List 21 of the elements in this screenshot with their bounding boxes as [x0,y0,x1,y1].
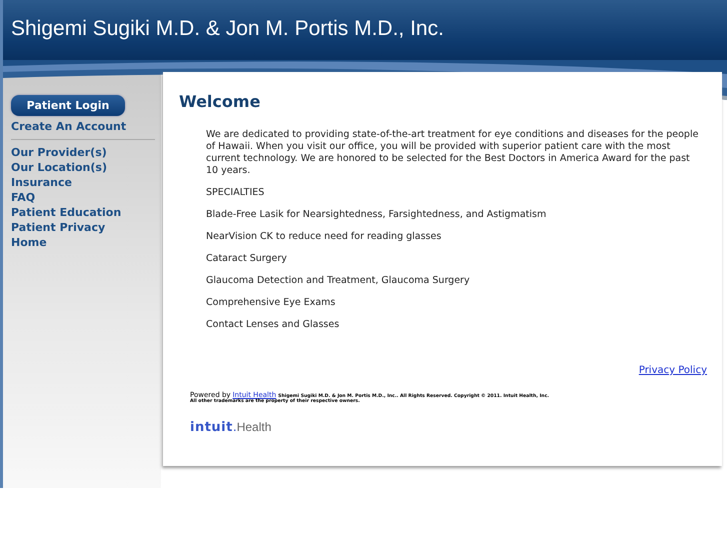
specialty-item: Glaucoma Detection and Treatment, Glaucoma Surgery [206,275,471,287]
specialty-item: Cataract Surgery [206,253,288,265]
nav-link[interactable]: FAQ [11,190,36,205]
intuit-health-logo: intuit.Health [190,420,272,435]
patient-login-button[interactable]: Patient Login [11,95,125,116]
nav-link[interactable]: Our Provider(s) [11,145,107,160]
page-heading: Welcome [179,92,262,111]
nav-link[interactable]: Home [11,235,47,250]
privacy-policy-link[interactable]: Privacy Policy [638,365,707,376]
specialty-item: Comprehensive Eye Exams [206,297,336,309]
site-title: Shigemi Sugiki M.D. & Jon M. Portis M.D., Inc. [11,17,444,41]
nav-link[interactable]: Insurance [11,175,72,190]
nav-link[interactable]: Patient Education [11,205,122,220]
create-account-link[interactable]: Create An Account [11,119,126,134]
specialty-item: Blade-Free Lasik for Nearsightedness, Farsightedness, and Astigmatism [206,209,548,221]
specialty-item: NearVision CK to reduce need for reading glasses [206,231,442,243]
specialty-item: Contact Lenses and Glasses [206,319,340,331]
specialties-heading: SPECIALTIES [206,187,266,199]
nav-link[interactable]: Patient Privacy [11,220,106,235]
intro-paragraph: We are dedicated to providing state-of-the-art treatment for eye conditions and diseases for the people of Hawaii. When you visit our office, you will be provided with superior patient care with the most current technology. We are honored to be selected for the Best Doctors in America Award for the past 10 years. [206,129,700,177]
nav-link[interactable]: Our Location(s) [11,160,107,175]
